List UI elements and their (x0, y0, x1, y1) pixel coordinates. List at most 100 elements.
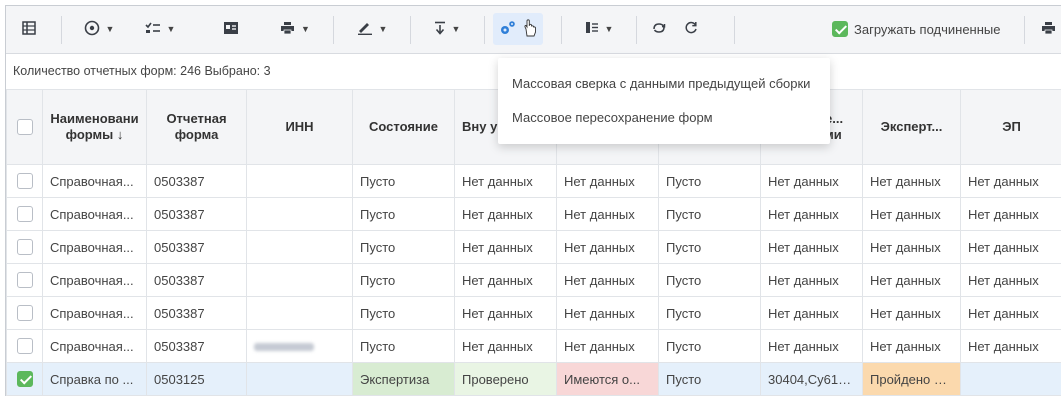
row-select-cell[interactable] (6, 197, 43, 231)
cell-col7: Пусто (658, 329, 761, 363)
column-header-name[interactable]: Наименовани формы ↓ (42, 89, 147, 165)
cell-svodki: 30404,Су613... (760, 362, 863, 396)
cell-svodki: Нет данных (760, 230, 863, 264)
cell-internal: Нет данных (454, 164, 557, 198)
row-checkbox[interactable] (16, 206, 33, 223)
row-checkbox[interactable] (16, 305, 33, 322)
cell-ep: Нет данных (960, 230, 1061, 264)
forms-count-info: Количество отчетных форм: 246 Выбрано: 3 (13, 64, 271, 78)
load-subordinate-label: Загружать подчиненные (854, 21, 1001, 37)
filter-list-icon (585, 21, 599, 37)
table-row[interactable]: Справочная... 0503387 Пусто Нет данных Нет д… (6, 230, 1061, 264)
gears-icon (499, 20, 517, 39)
row-checkbox[interactable] (16, 371, 33, 388)
printer-icon (1041, 21, 1056, 38)
column-header-state[interactable]: Состояние (352, 89, 455, 165)
cell-col6: Имеются о... (556, 362, 659, 396)
cell-col6: Нет данных (556, 230, 659, 264)
table-row[interactable]: Справочная... 0503387 Пусто Нет данных Нет д… (6, 296, 1061, 330)
column-header-form[interactable]: Отчетная форма (146, 89, 247, 165)
cell-name: Справочная... (42, 329, 147, 363)
load-subordinate-checkbox[interactable] (832, 21, 848, 37)
cell-ep: Нет данных (960, 197, 1061, 231)
cell-form: 0503387 (146, 296, 247, 330)
row-checkbox[interactable] (16, 239, 33, 256)
cell-inn (246, 164, 353, 198)
cell-col7: Пусто (658, 296, 761, 330)
cell-name: Справочная... (42, 230, 147, 264)
table-row[interactable]: Справочная... 0503387 Пусто Нет данных Нет д… (6, 197, 1061, 231)
cell-state: Экспертиза (352, 362, 455, 396)
cell-inn (246, 230, 353, 264)
chevron-down-icon: ▼ (301, 24, 310, 34)
download-menu-button[interactable]: ▼ (426, 13, 468, 45)
row-select-cell[interactable] (6, 296, 43, 330)
id-card-button[interactable] (218, 13, 244, 45)
chevron-down-icon: ▼ (378, 24, 388, 34)
table-row[interactable]: Справочная... 0503387 Пусто Нет данных Нет д… (6, 263, 1061, 297)
cell-state: Пусто (352, 197, 455, 231)
print-button[interactable] (1036, 13, 1060, 45)
cell-svodki: Нет данных (760, 296, 863, 330)
target-menu-button[interactable]: ▼ (78, 13, 120, 45)
pen-icon (357, 21, 373, 38)
chevron-down-icon: ▼ (604, 24, 614, 34)
select-all-checkbox[interactable] (16, 119, 33, 136)
cell-state: Пусто (352, 164, 455, 198)
column-header-inn[interactable]: ИНН (246, 89, 353, 165)
grid-view-button[interactable] (16, 13, 42, 45)
cell-inn (246, 296, 353, 330)
cell-form: 0503387 (146, 164, 247, 198)
cell-ep: Нет данных (960, 263, 1061, 297)
align-download-icon (434, 21, 446, 38)
cell-expert: Нет данных (862, 164, 961, 198)
cell-internal: Нет данных (454, 263, 557, 297)
chevron-down-icon: ▼ (105, 24, 115, 34)
row-select-cell[interactable] (6, 263, 43, 297)
row-select-cell[interactable] (6, 362, 43, 396)
row-select-cell[interactable] (6, 329, 43, 363)
row-checkbox[interactable] (16, 338, 33, 355)
cell-col6: Нет данных (556, 197, 659, 231)
checklist-icon (144, 21, 161, 38)
menu-item-mass-reconcile[interactable]: Массовая сверка с данными предыдущей сбо… (512, 76, 810, 91)
cell-internal: Нет данных (454, 296, 557, 330)
filter-menu-button[interactable]: ▼ (578, 13, 620, 45)
app-frame: ▼ ▼ ▼ ▼ ▼ ▼ Загружать подчиненные Количе… (5, 5, 1061, 396)
load-subordinate-toggle[interactable]: Загружать подчиненные (832, 13, 1012, 45)
cell-col7: Пусто (658, 362, 761, 396)
select-all-cell[interactable] (6, 89, 43, 165)
row-checkbox[interactable] (16, 173, 33, 190)
cell-inn (246, 263, 353, 297)
cell-col7: Пусто (658, 230, 761, 264)
refresh-button[interactable] (678, 13, 704, 45)
cell-col6: Нет данных (556, 164, 659, 198)
row-select-cell[interactable] (6, 230, 43, 264)
cell-col7: Пусто (658, 263, 761, 297)
cell-expert: Пройдено 0 ... (862, 362, 961, 396)
column-header-expert[interactable]: Эксперт... (862, 89, 961, 165)
cell-form: 0503387 (146, 230, 247, 264)
cell-expert: Нет данных (862, 197, 961, 231)
checklist-menu-button[interactable]: ▼ (139, 13, 181, 45)
print-menu-button[interactable]: ▼ (274, 13, 316, 45)
table-row[interactable]: Справочная... 0503387 Пусто Нет данных Нет д… (6, 329, 1061, 363)
circle-target-icon (84, 20, 100, 39)
table-row[interactable]: Справочная... 0503387 Пусто Нет данных Нет д… (6, 164, 1061, 198)
row-select-cell[interactable] (6, 164, 43, 198)
sync-button[interactable] (646, 13, 672, 45)
column-header-ep[interactable]: ЭП (960, 89, 1061, 165)
cell-state: Пусто (352, 296, 455, 330)
toolbar: ▼ ▼ ▼ ▼ ▼ ▼ Загружать подчиненные (6, 6, 1061, 54)
redacted-inn (254, 343, 314, 352)
row-checkbox[interactable] (16, 272, 33, 289)
menu-item-mass-resave[interactable]: Массовое пересохранение форм (512, 110, 713, 125)
cell-form: 0503387 (146, 263, 247, 297)
mass-operations-button[interactable] (493, 13, 543, 45)
chevron-down-icon: ▼ (451, 24, 461, 34)
cell-internal: Проверено (454, 362, 557, 396)
sign-menu-button[interactable]: ▼ (351, 13, 393, 45)
cell-name: Справка по ... (42, 362, 147, 396)
table-row[interactable]: Справка по ... 0503125 Экспертиза Проверено… (6, 362, 1061, 396)
sync-icon (651, 21, 667, 38)
